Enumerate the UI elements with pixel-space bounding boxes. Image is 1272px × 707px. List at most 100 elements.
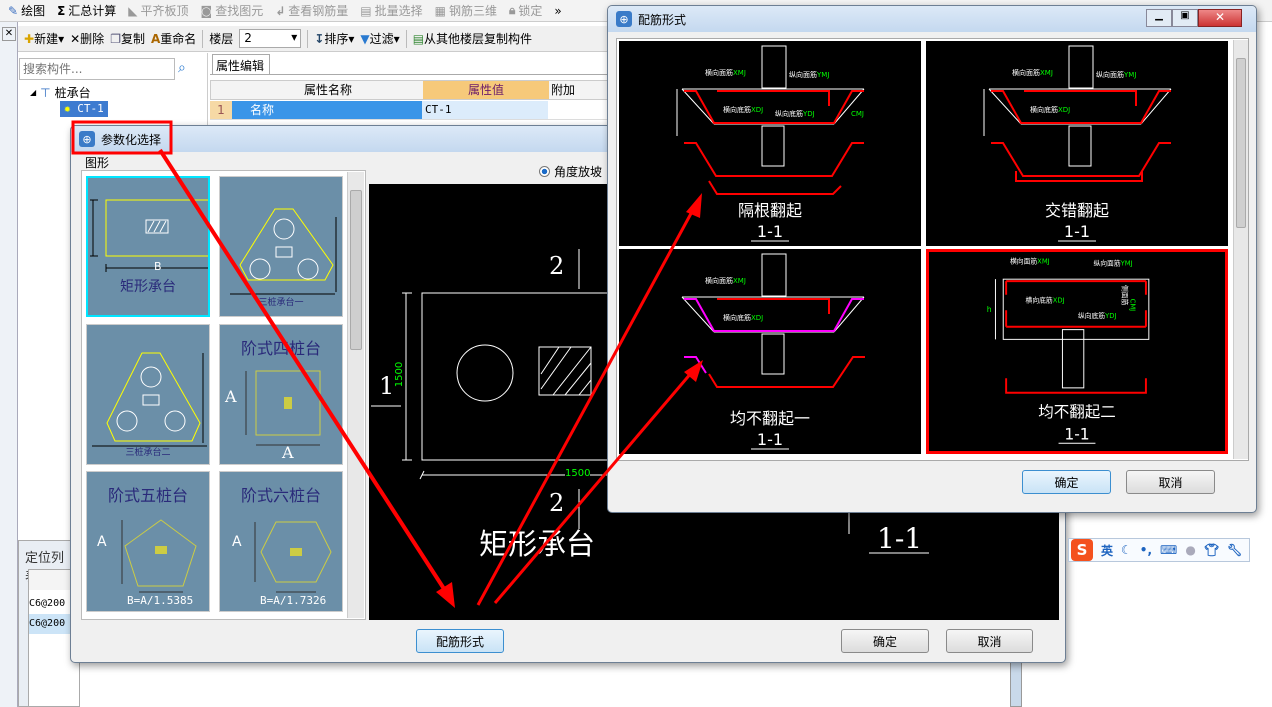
toolbar-draw[interactable]: ✎ 绘图 <box>8 2 45 19</box>
toolbar-more[interactable]: » <box>554 4 561 18</box>
shape-list-scrollbar[interactable] <box>347 172 364 618</box>
shape-three-pile-1[interactable]: 三桩承台一 <box>219 176 343 317</box>
shape-rect-cap[interactable]: B 矩形承台 <box>86 176 217 317</box>
option-label: 隔根翻起 <box>738 201 802 220</box>
ime-toolbar: S 英 ☾ •, ⌨ ● 👕︎ 🔧︎ <box>1068 538 1250 562</box>
keyboard-icon[interactable]: ⌨ <box>1160 543 1177 557</box>
prop-value[interactable]: CT-1 <box>422 101 548 119</box>
sigma-icon: Σ <box>57 3 66 18</box>
filter-button[interactable]: ▼过滤▾ <box>360 30 399 47</box>
lock-icon: 🔒︎ <box>509 3 516 17</box>
new-button[interactable]: ✚新建▾ <box>24 30 64 47</box>
divider <box>210 74 610 75</box>
label: 横向底筋 <box>1026 295 1053 304</box>
toolbar-lock[interactable]: 🔒︎ 锁定 <box>509 2 542 19</box>
floor-select[interactable]: 2 <box>239 29 302 48</box>
rename-button[interactable]: A重命名 <box>151 30 196 47</box>
skin-icon[interactable]: 👕︎ <box>1204 543 1219 557</box>
section-mark: 1 <box>379 372 395 400</box>
shape-step-six-pile[interactable]: 阶式六桩台 A B=A/1.7326 <box>219 471 343 612</box>
app-icon: ⊕ <box>616 11 632 27</box>
section-mark: 2 <box>549 252 565 280</box>
option-grid-scrollbar[interactable] <box>1233 40 1248 459</box>
moon-icon[interactable]: ☾ <box>1121 543 1132 557</box>
floor-label: 楼层 <box>209 32 234 46</box>
option-alternate-bend[interactable]: 横向面筋 XMJ 纵向面筋 YMJ 横向底筋 XDJ 纵向底筋 YDJ CMJ 隔根翻起… <box>619 41 921 246</box>
label: 横向面筋 <box>1010 257 1037 266</box>
formula-label: B=A/1.5385 <box>127 594 194 607</box>
dim-label: A <box>232 534 242 550</box>
rename-icon: A <box>150 32 161 46</box>
shape-step-four-pile[interactable]: 阶式四桩台 A A <box>219 324 343 465</box>
close-button[interactable]: ✕ <box>1198 9 1242 27</box>
shape-step-five-pile[interactable]: 阶式五桩台 A B=A/1.5385 <box>86 471 210 612</box>
row-number: 1 <box>210 101 232 119</box>
label: 纵向底筋 <box>1078 311 1105 320</box>
option-label: 交错翻起 <box>1045 201 1109 220</box>
option-label: 均不翻起二 <box>1038 403 1116 421</box>
filter-icon: ▼ <box>360 32 370 46</box>
ok-button[interactable]: 确定 <box>1022 470 1111 494</box>
tree-root[interactable]: ◢ ⊤ 桩承台 <box>30 84 91 101</box>
delete-button[interactable]: ✕删除 <box>70 30 104 47</box>
3d-icon: ▦ <box>434 3 446 18</box>
toolbar-align-top[interactable]: ◣ 平齐板顶 <box>128 2 188 19</box>
ok-button[interactable]: 确定 <box>841 629 929 653</box>
rebar-form-dialog: ⊕ 配筋形式 ▁ ▣ ✕ 横向面筋 XMJ 纵向面筋 YMJ 横向底筋 XDJ 纵向底筋… <box>607 5 1257 513</box>
col-header-name: 属性名称 <box>303 83 352 97</box>
user-icon[interactable]: ● <box>1185 543 1195 557</box>
toolbar-batch-select[interactable]: ▤ 批量选择 <box>360 2 422 19</box>
search-icon[interactable]: ⌕ <box>178 60 186 76</box>
rebar-form-button[interactable]: 配筋形式 <box>416 629 504 653</box>
option-no-bend-1[interactable]: 横向面筋 XMJ 横向底筋 XDJ 均不翻起一 1-1 <box>619 249 921 454</box>
sort-button[interactable]: ↧排序▾ <box>314 30 354 47</box>
option-staggered-bend[interactable]: 横向面筋 XMJ 纵向面筋 YMJ 横向底筋 XDJ 交错翻起 1-1 <box>926 41 1228 246</box>
option-no-bend-2-selected[interactable]: 横向面筋 XMJ 纵向面筋 YMJ 横向底筋 XDJ 纵向底筋 YDJ 侧面筋 CMJ … <box>926 249 1228 454</box>
section-mark: 2 <box>549 489 565 517</box>
batch-icon: ▤ <box>360 3 372 18</box>
binoculars-icon: ◙ <box>200 3 213 18</box>
radio-angle-slope[interactable]: 角度放坡 <box>539 163 602 180</box>
section-label: 1-1 <box>1064 222 1090 241</box>
new-icon: ✚ <box>24 32 35 46</box>
toolbar-calc[interactable]: Σ 汇总计算 <box>57 2 116 19</box>
tab-property-edit[interactable]: 属性编辑 <box>212 54 270 75</box>
close-icon[interactable]: ✕ <box>2 27 16 41</box>
copy-from-floor-button[interactable]: ▤从其他楼层复制构件 <box>413 30 532 47</box>
scrollbar-thumb[interactable] <box>350 190 362 350</box>
toolbar-view-rebar[interactable]: ↲ 查看钢筋量 <box>275 2 348 19</box>
wrench-icon[interactable]: 🔧︎ <box>1227 543 1242 557</box>
copy-icon: ❐ <box>110 32 121 46</box>
sogou-logo-icon[interactable]: S <box>1071 539 1093 561</box>
component-icon: ✹ <box>64 102 71 115</box>
option-label: 均不翻起一 <box>730 409 810 428</box>
dim-horizontal: 1500 <box>565 468 591 479</box>
table-header: 属性名称 属性值 附加 <box>210 80 610 100</box>
shape-three-pile-2[interactable]: 三桩承台二 <box>86 324 210 465</box>
tree-item-ct1[interactable]: ✹ CT-1 <box>60 101 108 117</box>
cancel-button[interactable]: 取消 <box>946 629 1033 653</box>
formula-label: B=A/1.7326 <box>260 594 327 607</box>
cancel-button[interactable]: 取消 <box>1126 470 1215 494</box>
expand-icon[interactable]: ◢ <box>30 88 36 97</box>
dim-label: A <box>225 387 237 406</box>
search-input[interactable] <box>19 58 175 80</box>
property-panel: 属性编辑 属性名称 属性值 附加 1 名称 CT-1 <box>210 53 610 128</box>
toolbar-find[interactable]: ◙ 查找图元 <box>201 2 264 19</box>
preview-section: 1-1 <box>877 522 923 555</box>
label: XMJ <box>1037 258 1050 266</box>
maximize-button[interactable]: ▣ <box>1172 9 1198 27</box>
divider <box>307 29 309 48</box>
label: YDJ <box>802 110 815 118</box>
punctuation-icon[interactable]: •, <box>1140 543 1152 557</box>
dim-label: A <box>97 534 107 550</box>
ime-lang-toggle[interactable]: 英 <box>1101 542 1113 559</box>
minimize-button[interactable]: ▁ <box>1146 9 1172 27</box>
label: 横向底筋 <box>723 105 751 114</box>
label: 纵向底筋 <box>775 109 803 118</box>
toolbar-rebar-3d[interactable]: ▦ 钢筋三维 <box>435 2 497 19</box>
label: 纵向面筋 <box>789 70 817 79</box>
scrollbar-thumb[interactable] <box>1236 58 1246 228</box>
table-row[interactable]: 1 名称 CT-1 <box>210 101 610 120</box>
copy-button[interactable]: ❐复制 <box>110 30 145 47</box>
